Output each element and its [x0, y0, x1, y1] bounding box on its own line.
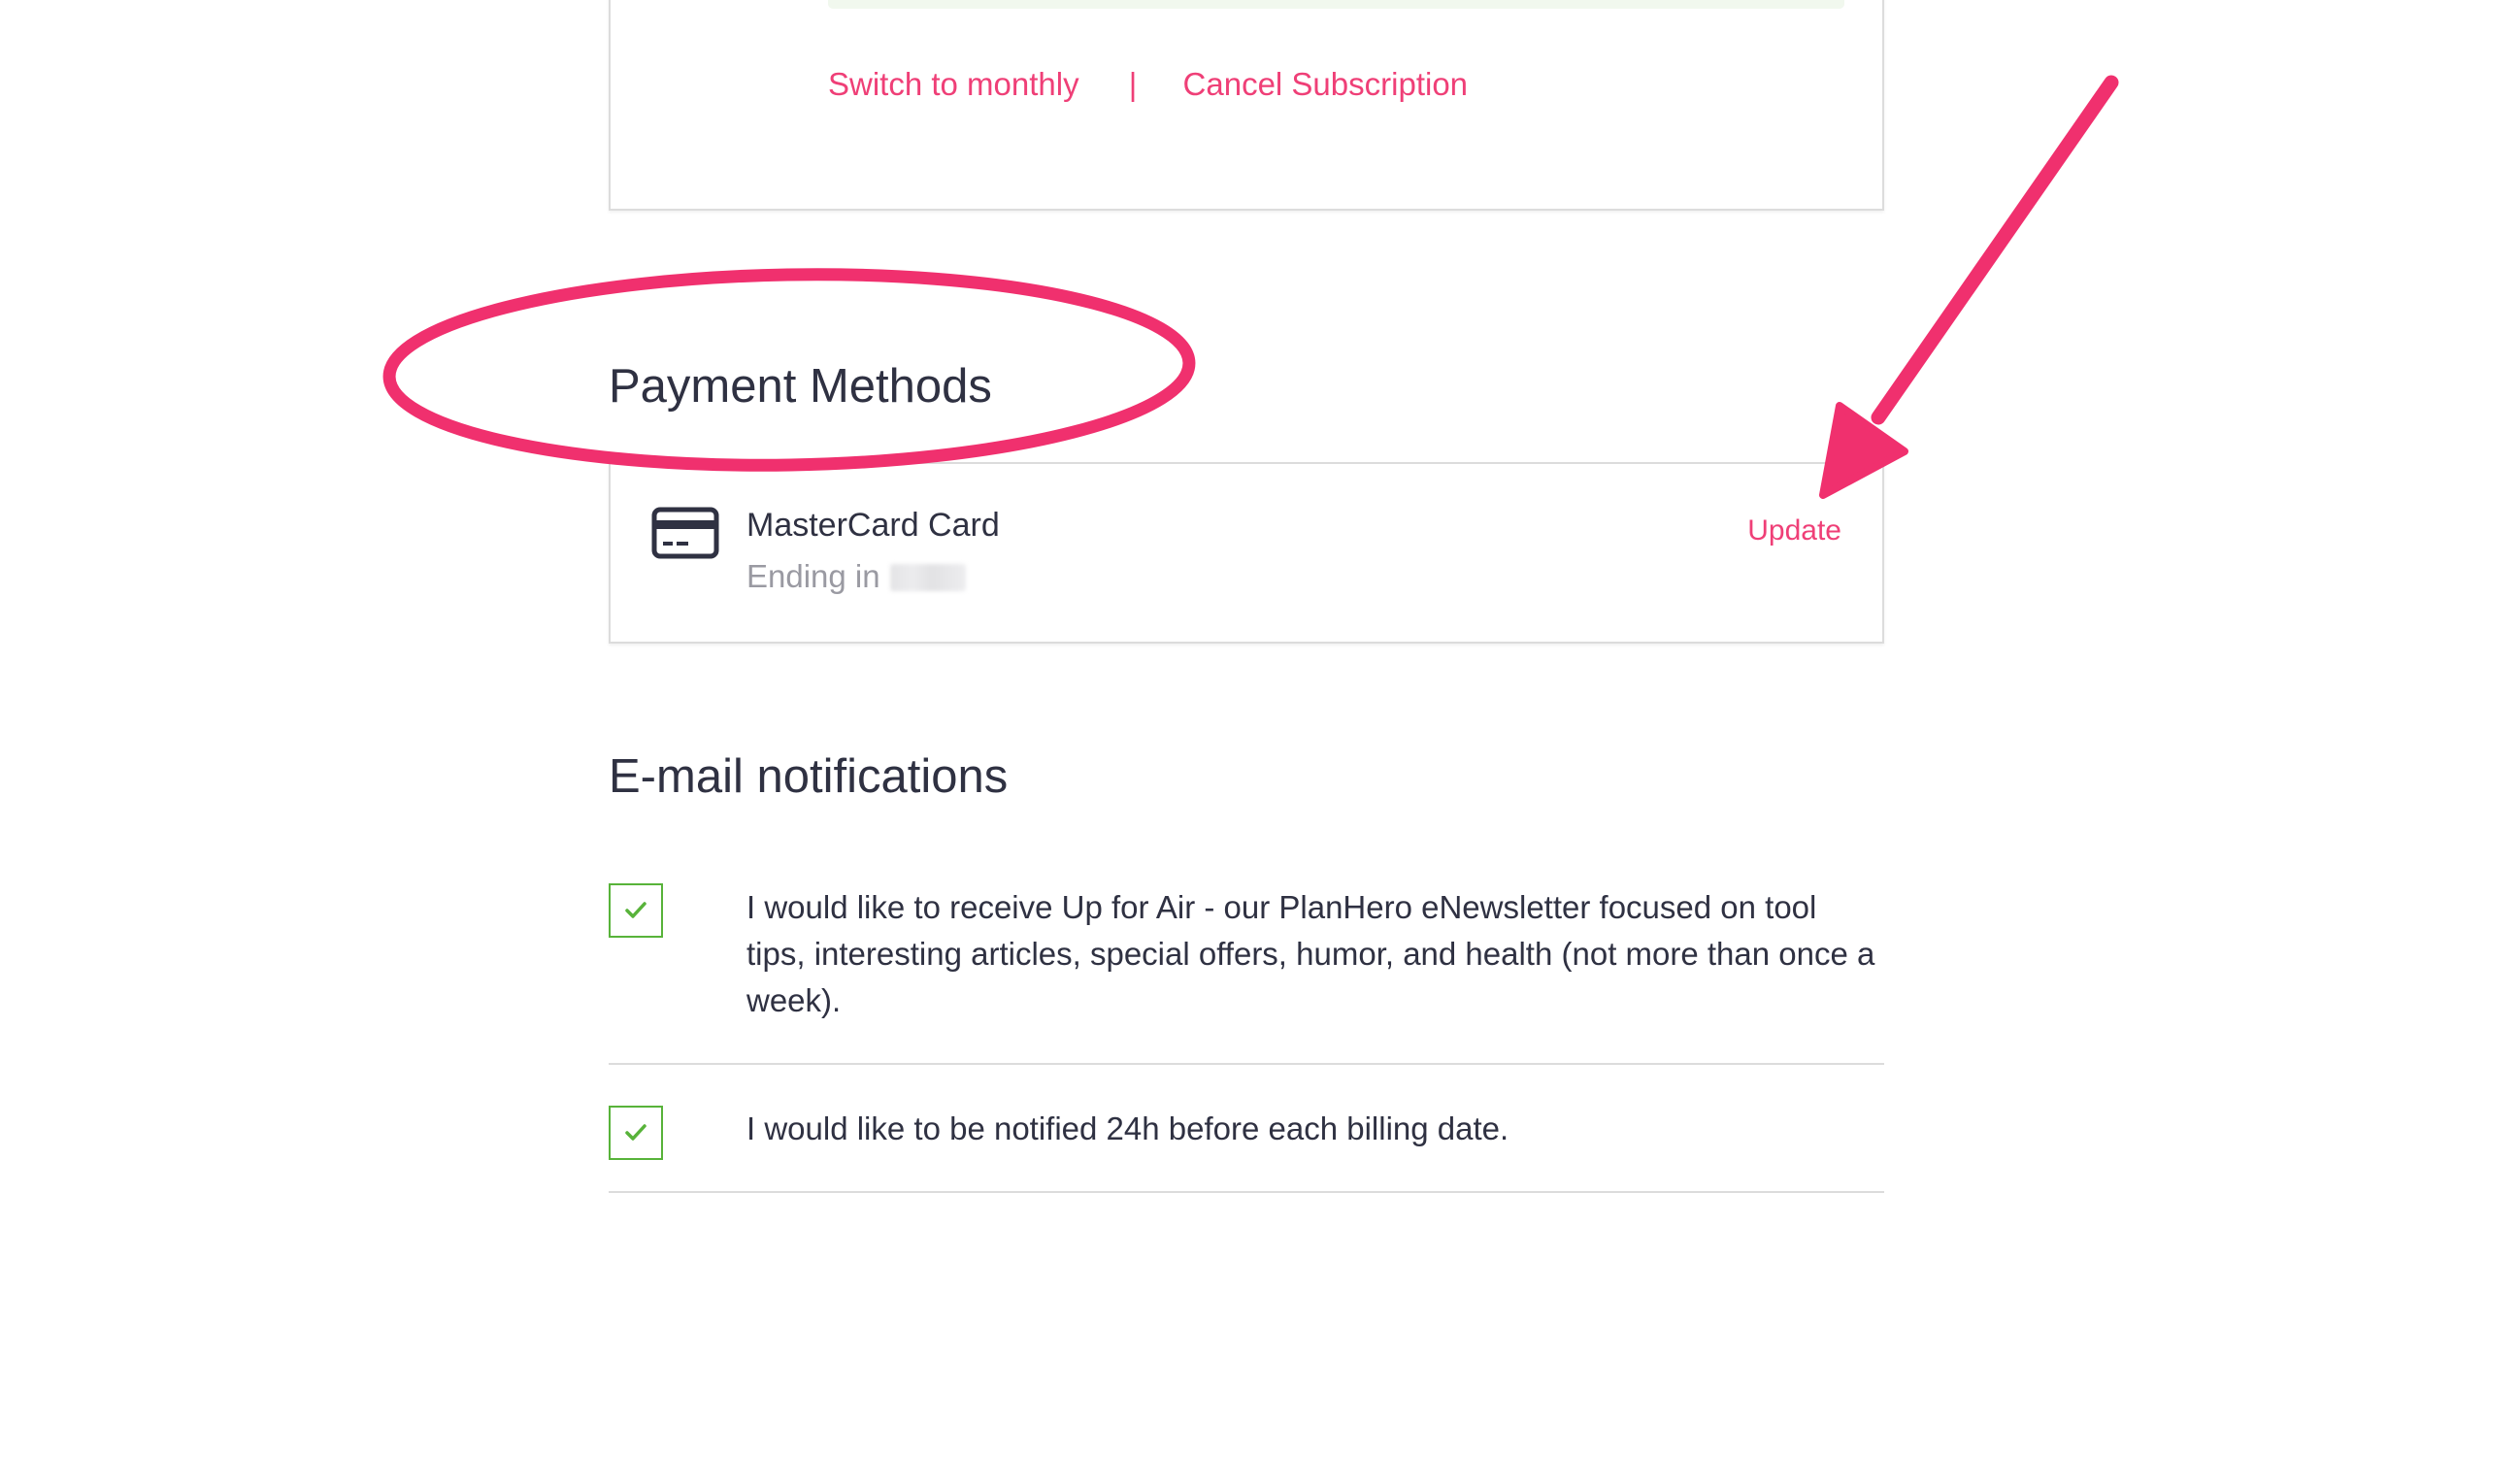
checkmark-icon: [625, 902, 647, 918]
switch-to-monthly-link[interactable]: Switch to monthly: [828, 66, 1079, 102]
billing-reminder-checkbox[interactable]: [609, 1106, 663, 1160]
checkmark-icon: [625, 1124, 647, 1141]
card-ending-label: Ending in: [746, 558, 880, 594]
credit-card-icon: [651, 507, 719, 559]
cancel-subscription-link[interactable]: Cancel Subscription: [1183, 66, 1469, 102]
annotation-overlay: [382, 75, 2119, 499]
card-name: MasterCard Card: [746, 507, 1000, 544]
payment-methods-heading: Payment Methods: [609, 360, 992, 413]
link-separator: |: [1128, 66, 1138, 102]
card-ending: Ending in: [746, 558, 966, 595]
newsletter-option-text: I would like to receive Up for Air - our…: [746, 889, 1875, 1018]
update-payment-link[interactable]: Update: [1747, 514, 1841, 547]
redacted-card-digits: [889, 564, 966, 591]
billing-reminder-option-text: I would like to be notified 24h before e…: [746, 1110, 1509, 1146]
notification-option-newsletter: I would like to receive Up for Air - our…: [609, 874, 1884, 1065]
notification-option-billing: I would like to be notified 24h before e…: [609, 1065, 1884, 1193]
account-settings-page: Switch to monthly | Cancel Subscription …: [0, 0, 2520, 1458]
subscription-card: [609, 0, 1884, 211]
arrow-shaft: [1871, 75, 2119, 425]
payment-method-card: MasterCard Card Ending in Update: [609, 462, 1884, 644]
subscription-plan-bar: [828, 0, 1844, 9]
newsletter-checkbox[interactable]: [609, 883, 663, 938]
email-notifications-heading: E-mail notifications: [609, 750, 1009, 803]
subscription-actions: Switch to monthly | Cancel Subscription: [828, 66, 1468, 103]
